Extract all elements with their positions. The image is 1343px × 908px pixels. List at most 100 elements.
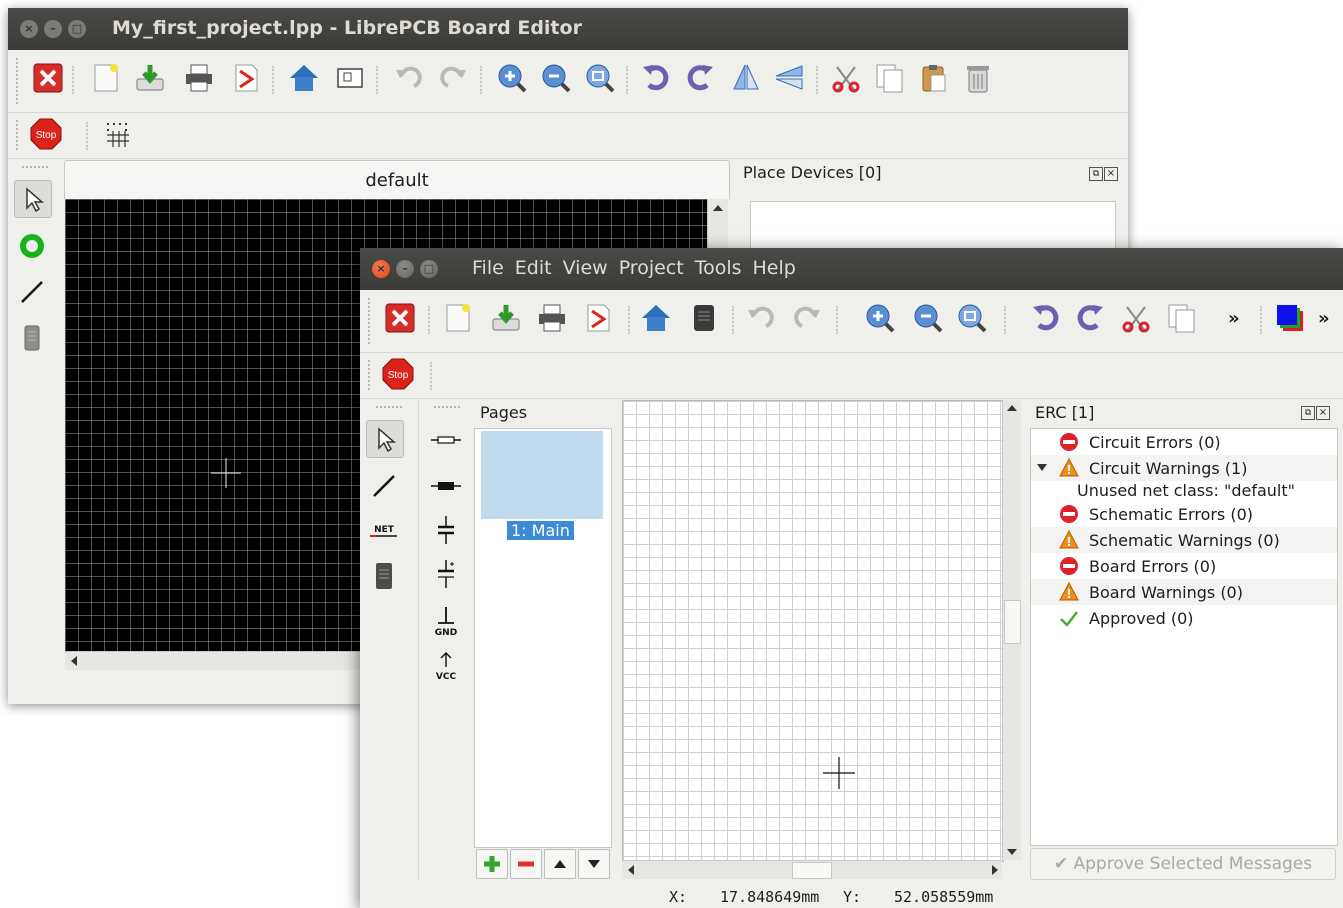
zoom-all-icon[interactable] xyxy=(584,62,616,94)
horizontal-scroll-thumb[interactable] xyxy=(792,862,832,879)
erc-item-schematic-errors[interactable]: Schematic Errors (0) xyxy=(1031,501,1337,527)
net-label-tool-button[interactable]: NET xyxy=(366,512,402,548)
add-component-tool-button[interactable] xyxy=(366,558,402,594)
close-project-icon[interactable] xyxy=(384,302,416,334)
schematic-vertical-scrollbar[interactable] xyxy=(1002,400,1021,860)
zoom-all-icon[interactable] xyxy=(956,302,988,334)
window-maximize-button[interactable]: □ xyxy=(68,20,86,38)
dock-grip[interactable] xyxy=(376,406,402,408)
window-minimize-button[interactable]: – xyxy=(396,260,414,278)
dock-grip[interactable] xyxy=(22,166,48,171)
flip-v-icon[interactable] xyxy=(774,62,806,94)
erc-dock-close-button[interactable]: × xyxy=(1316,406,1330,420)
save-icon[interactable] xyxy=(490,302,522,334)
erc-item-board-warnings[interactable]: Board Warnings (0) xyxy=(1031,579,1337,605)
page-thumbnail[interactable] xyxy=(481,431,603,519)
schematic-canvas[interactable] xyxy=(622,400,1004,862)
window-maximize-button[interactable]: □ xyxy=(420,260,438,278)
window-minimize-button[interactable]: – xyxy=(44,20,62,38)
delete-icon[interactable] xyxy=(962,62,994,94)
undo-icon[interactable] xyxy=(744,302,776,334)
export-pdf-icon[interactable] xyxy=(582,302,614,334)
erc-item-schematic-warnings[interactable]: Schematic Warnings (0) xyxy=(1031,527,1337,553)
layer-icon[interactable] xyxy=(334,62,366,94)
new-icon[interactable] xyxy=(442,302,474,334)
menu-tools[interactable]: Tools xyxy=(695,257,742,279)
zoom-out-icon[interactable] xyxy=(540,62,572,94)
add-gnd-button[interactable]: GND xyxy=(428,604,464,640)
stop-icon[interactable]: Stop xyxy=(382,358,414,390)
stop-icon[interactable]: Stop xyxy=(30,118,62,150)
remove-page-button[interactable] xyxy=(510,849,542,879)
erc-dock-float-button[interactable]: ⧉ xyxy=(1301,406,1315,420)
save-icon[interactable] xyxy=(134,62,166,94)
print-icon[interactable] xyxy=(183,62,215,94)
wire-tool-button[interactable] xyxy=(366,468,402,504)
add-device-tool-button[interactable] xyxy=(14,320,50,356)
trace-tool-button[interactable] xyxy=(14,274,50,310)
menu-view[interactable]: View xyxy=(563,257,608,279)
close-project-icon[interactable] xyxy=(32,62,64,94)
add-page-button[interactable] xyxy=(476,849,508,879)
window-close-button[interactable]: × xyxy=(20,20,38,38)
add-polarized-capacitor-button[interactable] xyxy=(428,556,464,592)
erc-item-circuit-warnings[interactable]: Circuit Warnings (1) xyxy=(1031,455,1337,481)
window-close-button[interactable]: × xyxy=(372,260,390,278)
undo-icon[interactable] xyxy=(392,62,424,94)
approve-selected-messages-button[interactable]: ✔ Approve Selected Messages xyxy=(1030,848,1336,880)
zoom-out-icon[interactable] xyxy=(912,302,944,334)
dock-grip[interactable] xyxy=(434,406,460,408)
zoom-in-icon[interactable] xyxy=(496,62,528,94)
toolbar-grip[interactable] xyxy=(368,298,374,344)
toolbar-grip[interactable] xyxy=(16,120,22,150)
erc-message-unused-net-class[interactable]: Unused net class: "default" xyxy=(1031,479,1337,501)
cut-icon[interactable] xyxy=(830,62,862,94)
menu-file[interactable]: File xyxy=(472,257,504,279)
cut-icon[interactable] xyxy=(1120,302,1152,334)
erc-item-board-errors[interactable]: Board Errors (0) xyxy=(1031,553,1337,579)
select-tool-button[interactable] xyxy=(14,180,52,218)
toolbar-grip[interactable] xyxy=(368,360,374,390)
erc-item-approved[interactable]: Approved (0) xyxy=(1031,605,1337,631)
add-capacitor-button[interactable] xyxy=(428,512,464,548)
paste-icon[interactable] xyxy=(918,62,950,94)
new-icon[interactable] xyxy=(90,62,122,94)
move-page-up-button[interactable] xyxy=(544,849,576,879)
select-tool-button[interactable] xyxy=(366,420,404,458)
page-item-label[interactable]: 1: Main xyxy=(507,521,574,540)
toolbar-overflow-button-2[interactable]: » xyxy=(1318,308,1330,329)
rotate-ccw-icon[interactable] xyxy=(1030,302,1062,334)
add-inductor-button[interactable] xyxy=(428,468,464,504)
home-icon[interactable] xyxy=(288,62,320,94)
vertical-scroll-thumb[interactable] xyxy=(1004,600,1021,644)
redo-icon[interactable] xyxy=(792,302,824,334)
erc-tree[interactable]: Circuit Errors (0) Circuit Warnings (1) … xyxy=(1030,428,1338,846)
home-icon[interactable] xyxy=(640,302,672,334)
rotate-cw-icon[interactable] xyxy=(1074,302,1106,334)
place-devices-dock-float-button[interactable]: ⧉ xyxy=(1089,167,1103,181)
print-icon[interactable] xyxy=(536,302,568,334)
menu-edit[interactable]: Edit xyxy=(515,257,552,279)
copy-icon[interactable] xyxy=(1166,302,1198,334)
expand-arrow-icon[interactable] xyxy=(1037,464,1047,472)
erc-item-circuit-errors[interactable]: Circuit Errors (0) xyxy=(1031,429,1337,455)
place-devices-dock-close-button[interactable]: × xyxy=(1104,167,1118,181)
flip-h-icon[interactable] xyxy=(730,62,762,94)
board-icon[interactable] xyxy=(688,302,720,334)
pages-list[interactable]: 1: Main xyxy=(474,428,612,848)
redo-icon[interactable] xyxy=(438,62,470,94)
zoom-in-icon[interactable] xyxy=(864,302,896,334)
menu-help[interactable]: Help xyxy=(753,257,796,279)
add-vcc-button[interactable]: VCC xyxy=(428,648,464,684)
menu-project[interactable]: Project xyxy=(619,257,684,279)
add-resistor-button[interactable] xyxy=(428,422,464,458)
layer-color-icon[interactable] xyxy=(1274,302,1306,334)
export-pdf-icon[interactable] xyxy=(230,62,262,94)
rotate-ccw-icon[interactable] xyxy=(640,62,672,94)
rotate-cw-icon[interactable] xyxy=(684,62,716,94)
schematic-horizontal-scrollbar[interactable] xyxy=(622,860,1002,879)
via-tool-button[interactable] xyxy=(14,228,50,264)
tab-default[interactable]: default xyxy=(65,170,729,191)
toolbar-overflow-button[interactable]: » xyxy=(1228,308,1240,329)
toolbar-grip[interactable] xyxy=(16,58,22,104)
